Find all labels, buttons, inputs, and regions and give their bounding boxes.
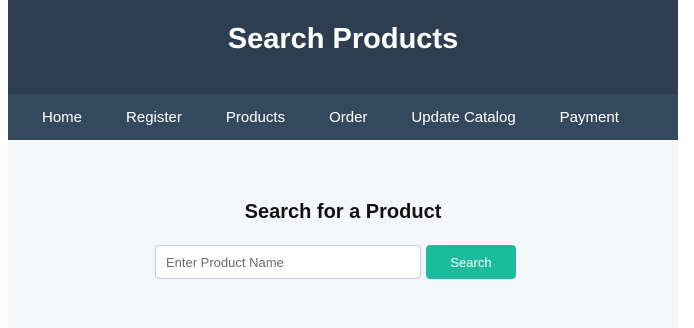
- search-form: Search: [155, 245, 516, 279]
- page-frame: Search Products Home Register Products O…: [8, 0, 678, 328]
- page-title: Search Products: [227, 22, 459, 55]
- nav-register-link[interactable]: Register: [126, 109, 182, 126]
- nav-payment-link[interactable]: Payment: [560, 109, 619, 126]
- search-button[interactable]: Search: [426, 245, 516, 279]
- main-content: Search for a Product Search: [8, 140, 678, 328]
- right-page-border: [678, 0, 694, 328]
- nav-update-catalog-link[interactable]: Update Catalog: [411, 109, 515, 126]
- main-nav: Home Register Products Order Update Cata…: [8, 94, 678, 140]
- nav-products-link[interactable]: Products: [226, 109, 285, 126]
- nav-order-link[interactable]: Order: [329, 109, 367, 126]
- page-header: Search Products: [8, 0, 678, 94]
- product-search-input[interactable]: [155, 245, 421, 279]
- left-page-border: [0, 0, 8, 328]
- search-heading: Search for a Product: [244, 201, 442, 223]
- nav-home-link[interactable]: Home: [42, 109, 82, 126]
